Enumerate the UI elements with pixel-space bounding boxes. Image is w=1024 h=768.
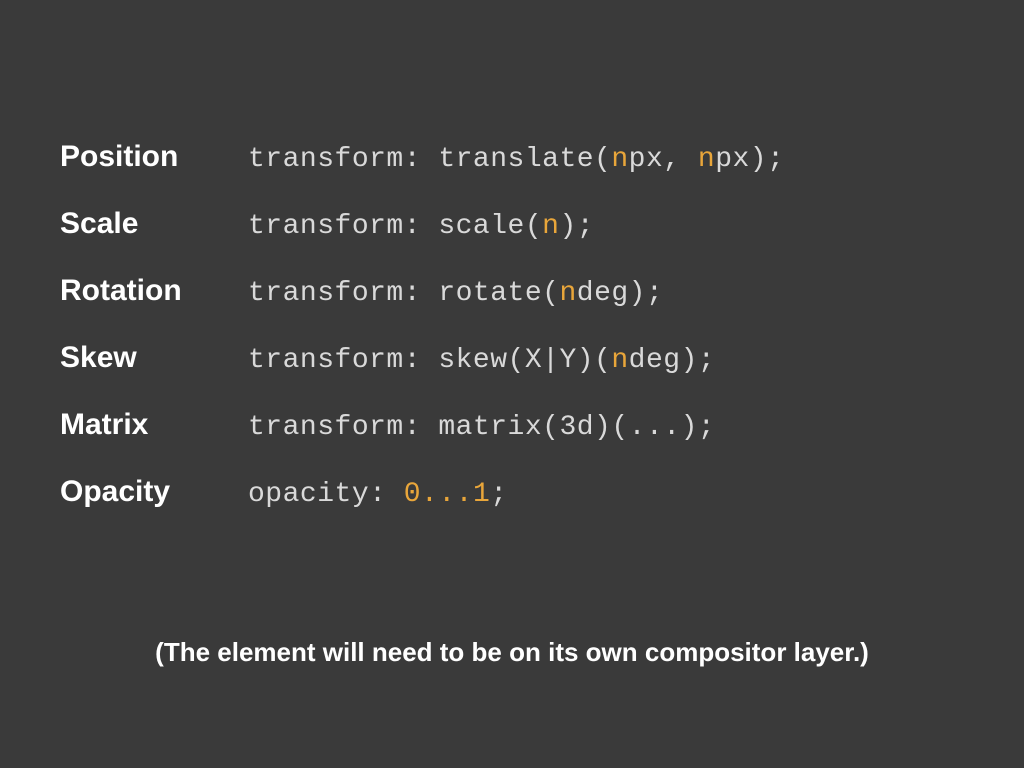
property-code: transform: matrix(3d)(...); [248, 412, 715, 443]
property-code: transform: translate(npx, npx); [248, 144, 784, 175]
property-row: Skew transform: skew(X|Y)(ndeg); [60, 341, 964, 376]
property-code: transform: skew(X|Y)(ndeg); [248, 345, 715, 376]
property-code: transform: rotate(ndeg); [248, 278, 663, 309]
property-code: transform: scale(n); [248, 211, 594, 242]
property-row: Matrix transform: matrix(3d)(...); [60, 408, 964, 443]
property-label: Position [60, 140, 248, 174]
slide-footnote: (The element will need to be on its own … [0, 637, 1024, 668]
property-label: Rotation [60, 274, 248, 308]
property-row: Scale transform: scale(n); [60, 207, 964, 242]
property-label: Matrix [60, 408, 248, 442]
property-code: opacity: 0...1; [248, 479, 508, 510]
slide-content: Position transform: translate(npx, npx);… [0, 0, 1024, 768]
property-row: Rotation transform: rotate(ndeg); [60, 274, 964, 309]
property-list: Position transform: translate(npx, npx);… [60, 140, 964, 510]
property-label: Opacity [60, 475, 248, 509]
property-label: Scale [60, 207, 248, 241]
property-row: Opacity opacity: 0...1; [60, 475, 964, 510]
property-label: Skew [60, 341, 248, 375]
property-row: Position transform: translate(npx, npx); [60, 140, 964, 175]
